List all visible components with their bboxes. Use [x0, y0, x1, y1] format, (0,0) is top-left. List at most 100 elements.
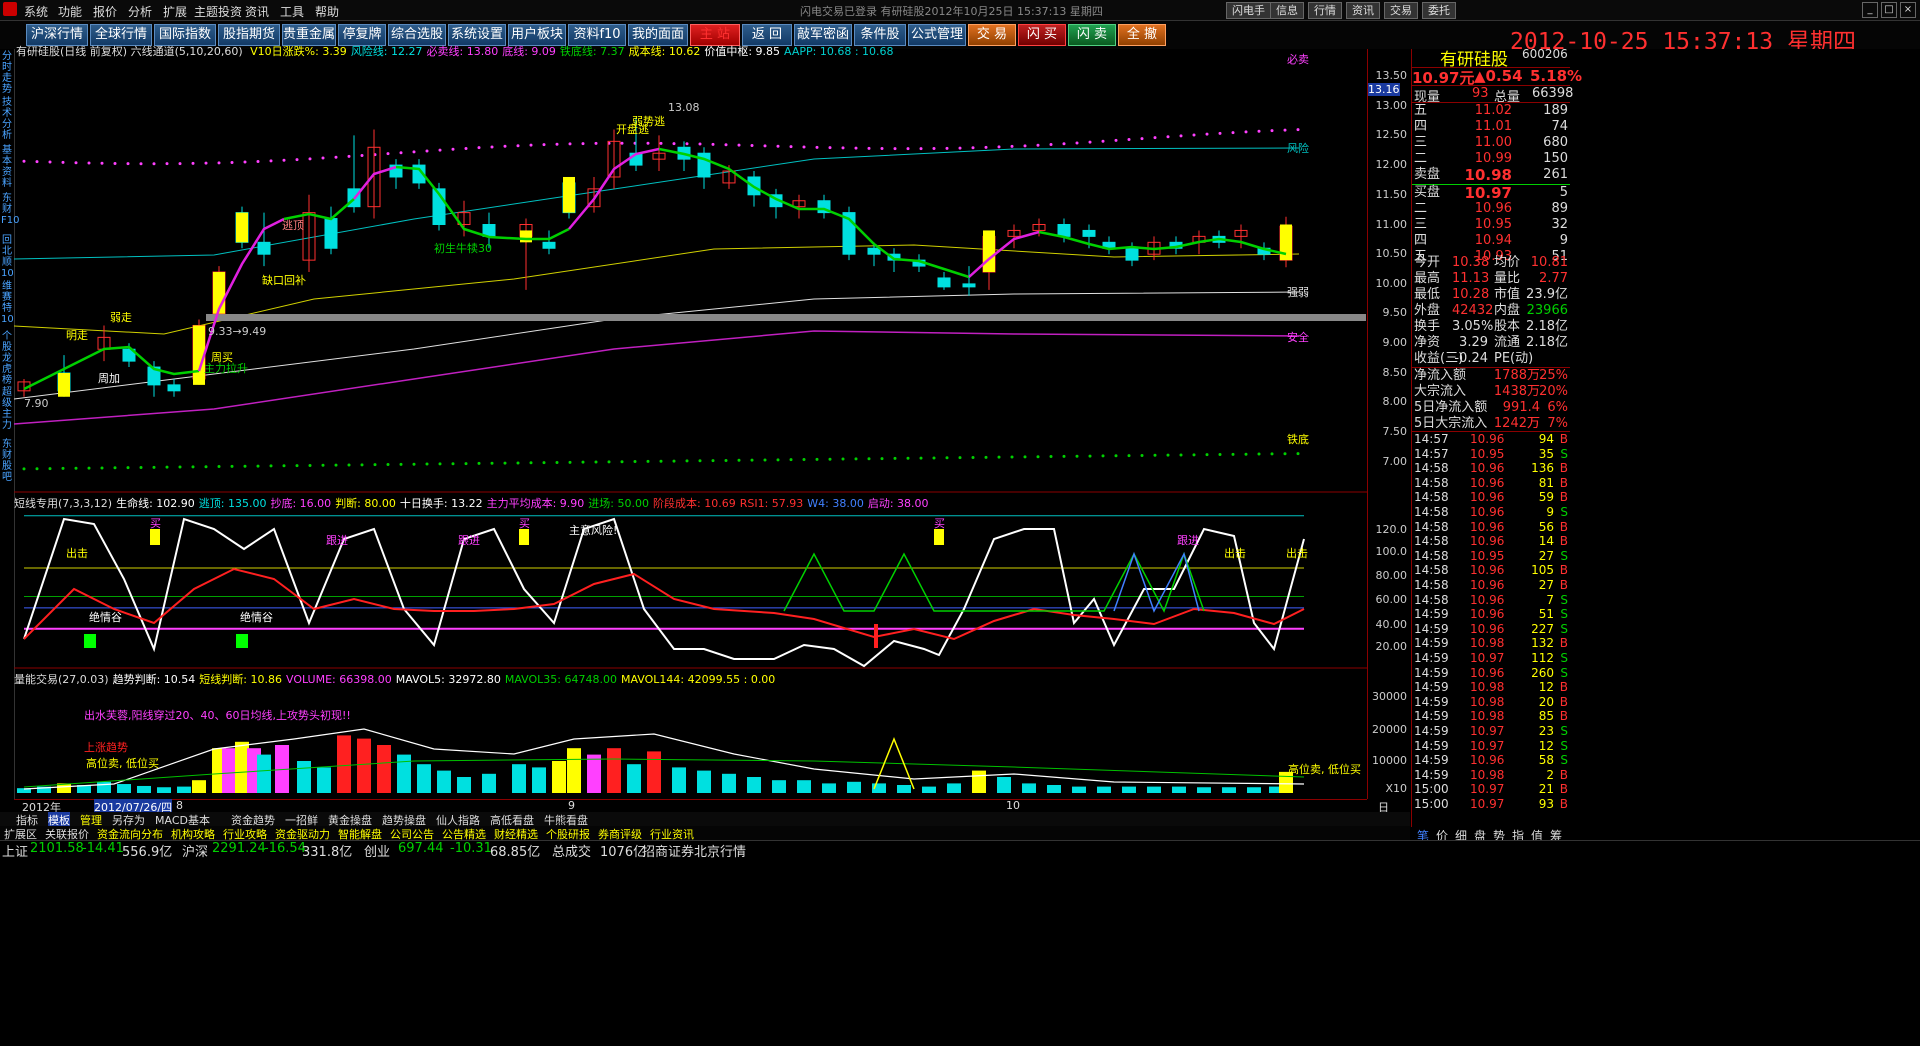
tb-flash-sell[interactable]: 闪 卖	[1068, 24, 1116, 46]
menu-help[interactable]: 帮助	[315, 3, 339, 20]
level-price: 10.97	[1464, 184, 1512, 202]
chart-area[interactable]: 有研硅股(日线 前复权) 六线通道(5,10,20,60) V10日涨跌%: 3…	[14, 45, 1367, 799]
status-item: 2101.58	[30, 841, 84, 856]
signal-candle	[520, 230, 532, 243]
price-change: ▲0.54	[1474, 67, 1523, 85]
tick-vol: 260	[1531, 665, 1554, 680]
sell-dots	[48, 160, 52, 164]
tick-row: 14:58 10.96 7 S	[1412, 593, 1570, 607]
sell-level[interactable]: 卖盘 10.98 261	[1412, 167, 1570, 183]
tick-row: 14:59 10.96 260 S	[1412, 666, 1570, 680]
ironbottom-dots	[464, 462, 468, 466]
menu-extend[interactable]: 扩展	[163, 3, 187, 20]
menu-system[interactable]: 系统	[24, 3, 48, 20]
volume-bar	[1097, 786, 1111, 793]
volume-bar	[1172, 786, 1186, 793]
flow-value: 1788万	[1493, 368, 1540, 383]
ironbottom-dots	[1010, 455, 1014, 459]
sell-dots	[61, 160, 65, 164]
menu-tools[interactable]: 工具	[280, 3, 304, 20]
nav-weisaite[interactable]: 维赛特10	[1, 281, 14, 325]
quote-button[interactable]: 行情	[1308, 2, 1342, 19]
price-axis: 13.50 13.00 12.50 12.00 11.50 11.00 10.50 10.00…	[1367, 49, 1411, 799]
ironbottom-dots	[178, 465, 182, 469]
ironbottom-dots	[1049, 455, 1053, 459]
sell-dots	[1166, 135, 1170, 139]
flow-pct: 6%	[1547, 400, 1568, 415]
sell-level[interactable]: 二 10.99 150	[1412, 151, 1570, 167]
tick-vol: 27	[1538, 548, 1554, 563]
volume-bar	[847, 781, 861, 793]
buy-level[interactable]: 二 10.96 89	[1412, 201, 1570, 217]
annotation: 9.33→9.49	[208, 325, 266, 338]
stat-value: 23.9亿	[1526, 287, 1568, 302]
tick-price: 10.95	[1470, 548, 1505, 563]
news-button[interactable]: 资讯	[1346, 2, 1380, 19]
sell-dots	[1153, 136, 1157, 140]
tb-cancel-all[interactable]: 全 撤	[1118, 24, 1166, 46]
menu-theme-invest[interactable]: 主题投资	[194, 3, 242, 20]
ironbottom-dots	[594, 460, 598, 464]
tb-formula[interactable]: 公式管理	[908, 24, 966, 46]
nav-huibei[interactable]: 回北顺10	[1, 235, 14, 279]
buy-level[interactable]: 三 10.95 32	[1412, 217, 1570, 233]
ironbottom-dots	[542, 461, 546, 465]
tick-vol: 14	[1538, 534, 1554, 549]
menu-function[interactable]: 功能	[58, 3, 82, 20]
order-button[interactable]: 委托	[1422, 2, 1456, 19]
volume-bar	[512, 764, 526, 793]
sell-dots	[971, 146, 975, 150]
tb-trade[interactable]: 交 易	[968, 24, 1016, 46]
ironbottom-dots	[646, 459, 650, 463]
nav-super-main[interactable]: 超级主力	[1, 387, 13, 431]
volume-bar	[647, 751, 661, 793]
ironbottom-dots	[1036, 455, 1040, 459]
sell-level[interactable]: 三 11.00 680	[1412, 135, 1570, 151]
volume-bar	[897, 785, 911, 793]
level-price: 11.00	[1474, 135, 1512, 150]
tick-price: 10.97	[1470, 651, 1505, 665]
tb-flash-buy[interactable]: 闪 买	[1018, 24, 1066, 46]
level-name: 二	[1414, 151, 1428, 166]
menu-news[interactable]: 资讯	[245, 3, 269, 20]
info-button[interactable]: 信息	[1270, 2, 1304, 19]
level-vol: 74	[1551, 119, 1568, 134]
status-item: -16.54	[264, 841, 306, 856]
sell-level[interactable]: 四 11.01 74	[1412, 119, 1570, 135]
sell-dots	[516, 144, 520, 148]
trade-button[interactable]: 交易	[1384, 2, 1418, 19]
sell-dots	[386, 152, 390, 156]
tick-vol: 27	[1538, 578, 1554, 592]
maximize-icon[interactable]: □	[1881, 2, 1897, 18]
nav-tech-analysis[interactable]: 技术分析	[1, 97, 13, 141]
ironbottom-dots	[35, 467, 39, 471]
minimize-icon[interactable]: _	[1862, 2, 1878, 18]
menu-analysis[interactable]: 分析	[128, 3, 152, 20]
tick-row: 15:00 10.97 21 B	[1412, 782, 1570, 796]
nav-basic-info[interactable]: 基本资料	[1, 145, 13, 189]
sell-level[interactable]: 五 11.02 189	[1412, 103, 1570, 119]
tick-vol: 227	[1531, 621, 1554, 636]
sell-dots	[529, 143, 533, 147]
flow-row: 大宗流入 1438万 20%	[1412, 384, 1570, 400]
buy-level[interactable]: 四 10.94 9	[1412, 233, 1570, 249]
tick-side: S	[1560, 753, 1568, 768]
flash-hand-button[interactable]: 闪电手	[1226, 2, 1271, 19]
signal-candle	[983, 230, 995, 273]
nav-guba[interactable]: 东财股吧	[1, 439, 13, 483]
nav-f10[interactable]: 东财F10	[1, 193, 19, 226]
volume-bar	[397, 754, 411, 793]
ironbottom-dots	[503, 461, 507, 465]
ironbottom-dots	[1114, 454, 1118, 458]
status-item: 2291.24	[212, 841, 266, 856]
close-icon[interactable]: ×	[1900, 2, 1916, 18]
menu-quote[interactable]: 报价	[93, 3, 117, 20]
sell-dots	[724, 143, 728, 147]
nav-dragon-tiger[interactable]: 个股龙虎榜	[1, 331, 13, 386]
sell-dots	[672, 142, 676, 146]
label: 买	[934, 517, 945, 530]
nav-timeshare[interactable]: 分时走势	[1, 51, 13, 95]
buy-level[interactable]: 买盘 10.97 5	[1412, 185, 1570, 201]
money-flow: 净流入额 1788万 25% 大宗流入 1438万 20% 5日净流入额 991.4万 6% 5日…	[1412, 367, 1570, 432]
candle-body	[167, 384, 181, 392]
